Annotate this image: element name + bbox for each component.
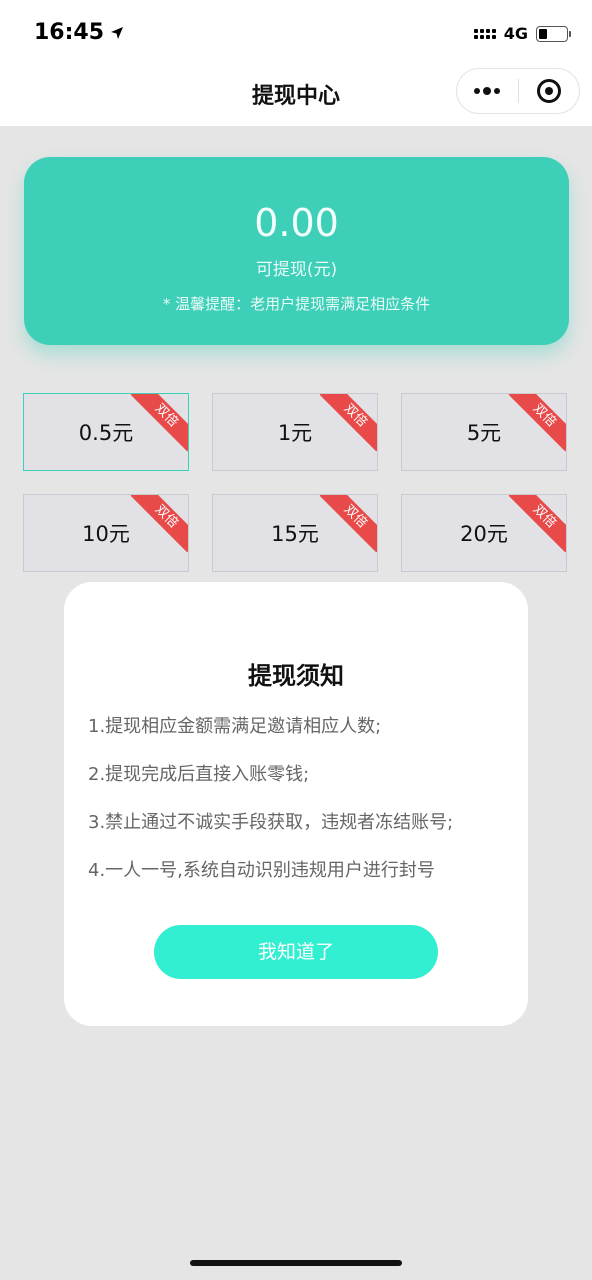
balance-amount: 0.00 xyxy=(254,201,339,245)
signal-icon xyxy=(473,28,496,39)
withdraw-option[interactable]: 10元 双倍 xyxy=(23,494,189,572)
withdraw-option[interactable]: 1元 双倍 xyxy=(212,393,378,471)
balance-card: 0.00 可提现(元) * 温馨提醒：老用户提现需满足相应条件 xyxy=(24,157,569,345)
option-label: 5元 xyxy=(466,421,502,445)
double-badge: 双倍 xyxy=(319,495,377,553)
more-dots-icon[interactable] xyxy=(457,69,518,113)
double-badge: 双倍 xyxy=(130,394,188,452)
option-label: 10元 xyxy=(82,522,130,546)
option-label: 20元 xyxy=(460,522,508,546)
location-arrow-icon xyxy=(111,26,124,39)
status-time-group: 16:45 xyxy=(34,20,124,45)
modal-title: 提现须知 xyxy=(248,662,344,690)
close-target-icon[interactable] xyxy=(518,69,579,113)
rule-item: 4.一人一号,系统自动识别违规用户进行封号 xyxy=(88,860,435,881)
rule-item: 1.提现相应金额需满足邀请相应人数; xyxy=(88,716,382,737)
withdraw-option[interactable]: 20元 双倍 xyxy=(401,494,567,572)
rule-item: 2.提现完成后直接入账零钱; xyxy=(88,764,310,785)
balance-label: 可提现(元) xyxy=(255,260,338,280)
status-indicators: 4G xyxy=(473,24,571,43)
status-bar: 16:45 4G xyxy=(0,0,592,68)
nav-bar: 提现中心 xyxy=(0,68,592,126)
withdraw-notice-modal: 提现须知 1.提现相应金额需满足邀请相应人数; 2.提现完成后直接入账零钱; 3… xyxy=(64,582,528,1026)
double-badge: 双倍 xyxy=(508,394,566,452)
got-it-button[interactable]: 我知道了 xyxy=(154,925,438,979)
option-label: 0.5元 xyxy=(78,421,134,445)
withdraw-option[interactable]: 15元 双倍 xyxy=(212,494,378,572)
option-label: 1元 xyxy=(277,421,313,445)
balance-tip: * 温馨提醒：老用户提现需满足相应条件 xyxy=(162,295,431,313)
double-badge: 双倍 xyxy=(319,394,377,452)
battery-icon xyxy=(536,25,571,42)
option-label: 15元 xyxy=(271,522,319,546)
double-badge: 双倍 xyxy=(508,495,566,553)
network-label: 4G xyxy=(503,24,528,43)
status-time: 16:45 xyxy=(34,20,105,45)
mini-program-capsule xyxy=(456,68,580,114)
rules-list: 1.提现相应金额需满足邀请相应人数; 2.提现完成后直接入账零钱; 3.禁止通过… xyxy=(88,712,512,904)
withdraw-option[interactable]: 5元 双倍 xyxy=(401,393,567,471)
double-badge: 双倍 xyxy=(130,495,188,553)
rule-item: 3.禁止通过不诚实手段获取，违规者冻结账号; xyxy=(88,812,454,833)
withdraw-option[interactable]: 0.5元 双倍 xyxy=(23,393,189,471)
home-indicator xyxy=(190,1260,402,1266)
